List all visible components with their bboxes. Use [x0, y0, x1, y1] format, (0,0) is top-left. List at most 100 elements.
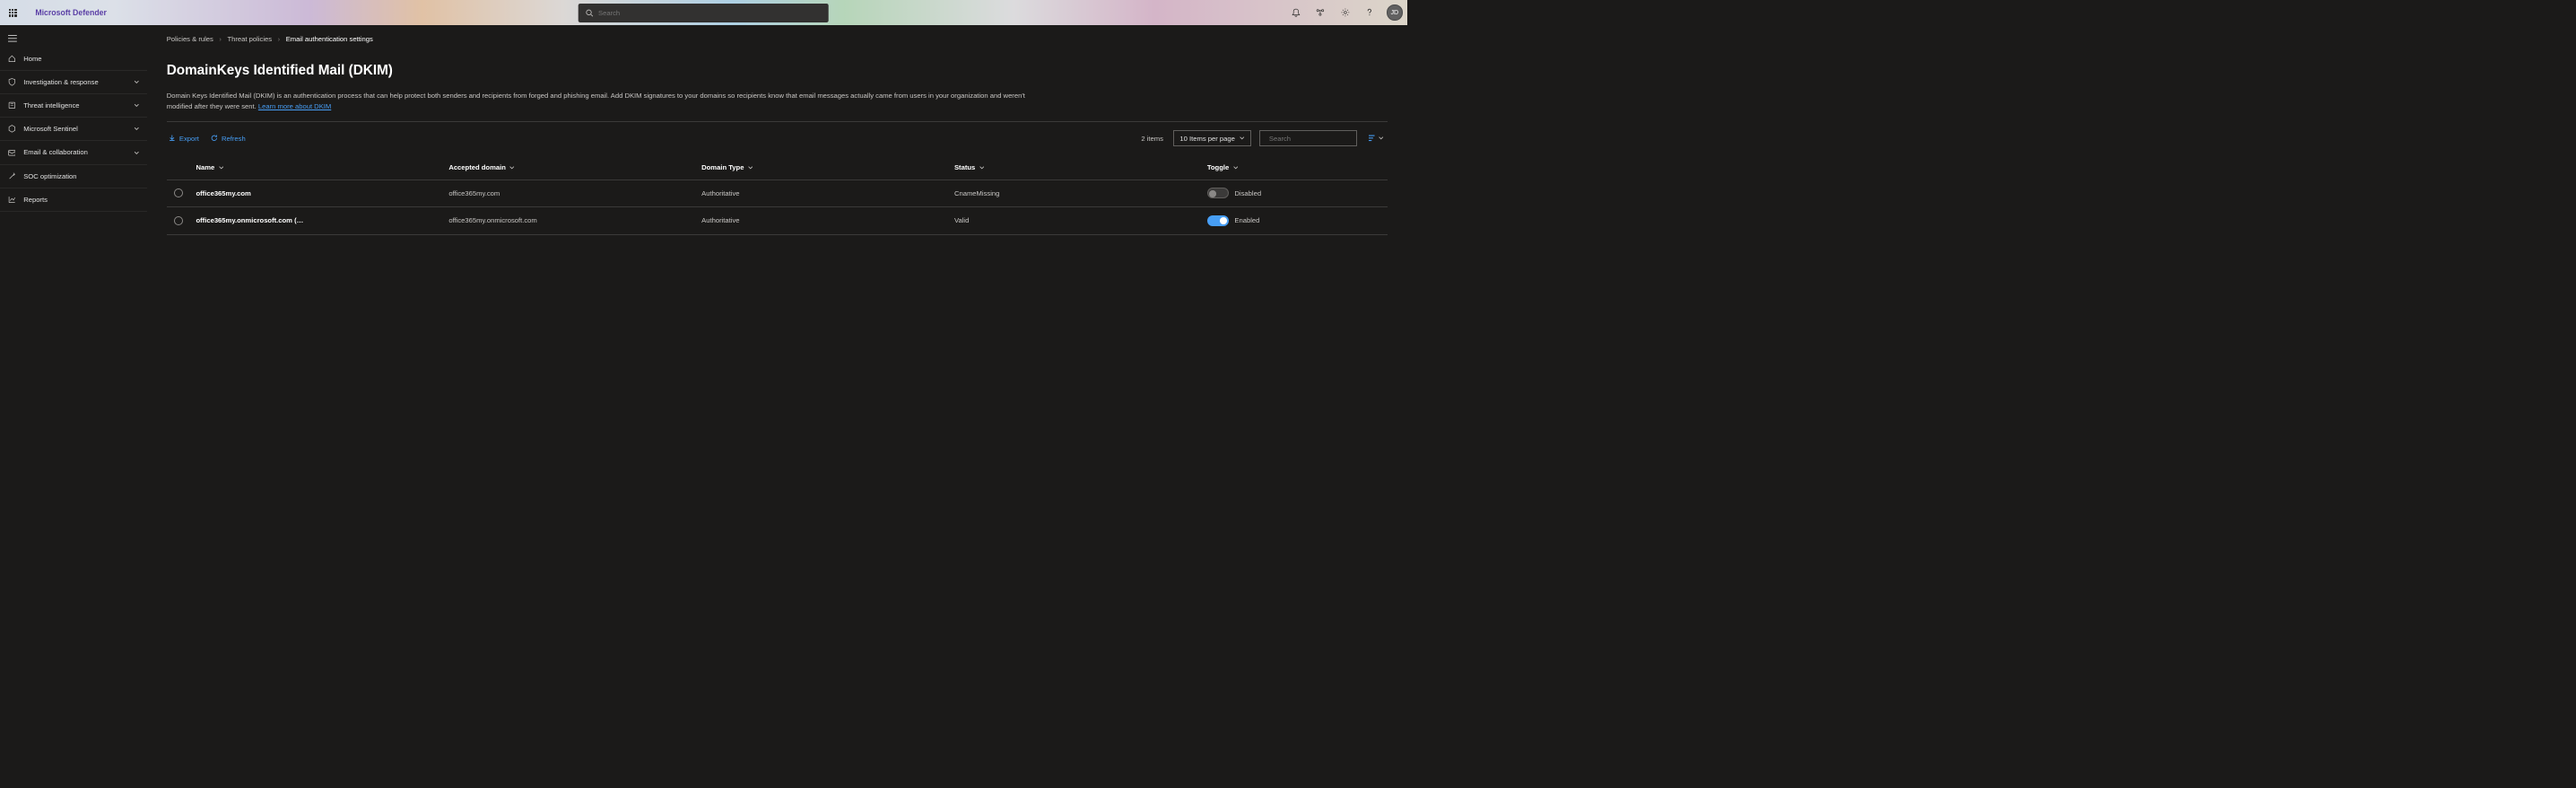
cell-status: Valid: [954, 216, 1207, 224]
divider: [167, 121, 1388, 122]
row-checkbox[interactable]: [174, 216, 183, 225]
cell-accepted: office365my.com: [448, 189, 701, 197]
chevron-down-icon: [1233, 165, 1238, 170]
chevron-right-icon: ›: [278, 35, 281, 43]
sidebar-toggle[interactable]: [0, 31, 147, 48]
chevron-down-icon: [1379, 136, 1383, 140]
column-header-accepted[interactable]: Accepted domain: [448, 163, 701, 171]
main-content: Policies & rules › Threat policies › Ema…: [147, 25, 1407, 430]
export-button[interactable]: Export: [167, 131, 201, 145]
table-header: Name Accepted domain Domain Type Status …: [167, 156, 1388, 179]
flow-icon: [1316, 8, 1325, 17]
sidebar-item-soc[interactable]: SOC optimization: [0, 165, 147, 188]
breadcrumb-link[interactable]: Threat policies: [227, 35, 272, 43]
page-size-label: 10 Items per page: [1179, 135, 1234, 143]
chevron-down-icon: [219, 165, 223, 170]
table-search-input[interactable]: [1269, 135, 1358, 143]
cell-name: office365my.com: [196, 189, 448, 197]
row-checkbox[interactable]: [174, 188, 183, 197]
bell-icon: [1292, 8, 1301, 17]
question-icon: [1365, 8, 1374, 17]
dkim-toggle[interactable]: [1207, 188, 1229, 198]
hexagon-icon: [8, 125, 23, 133]
column-header-type[interactable]: Domain Type: [701, 163, 954, 171]
items-count: 2 items: [1141, 135, 1163, 143]
chevron-down-icon: [134, 150, 140, 156]
hamburger-icon: [8, 35, 17, 42]
chart-icon: [8, 196, 23, 204]
breadcrumb-current: Email authentication settings: [286, 35, 373, 43]
app-launcher-button[interactable]: [0, 0, 25, 25]
global-header: Microsoft Defender JD: [0, 0, 1407, 25]
download-icon: [169, 135, 176, 142]
wand-icon: [8, 172, 23, 180]
page-description: Domain Keys Identified Mail (DKIM) is an…: [167, 91, 1049, 111]
chevron-down-icon: [134, 126, 140, 132]
cell-name: office365my.onmicrosoft.com (…: [196, 216, 448, 224]
table-row[interactable]: office365my.com office365my.com Authorit…: [167, 180, 1388, 208]
toggle-label: Enabled: [1234, 216, 1259, 224]
table-search[interactable]: [1259, 130, 1357, 147]
dkim-toggle[interactable]: [1207, 215, 1229, 226]
mail-icon: [8, 149, 23, 157]
sidebar-item-threatintel[interactable]: Threat intelligence: [0, 94, 147, 118]
sidebar: Home Investigation & response Threat int…: [0, 25, 147, 430]
cell-type: Authoritative: [701, 189, 954, 197]
list-icon: [1369, 135, 1377, 142]
sidebar-item-email[interactable]: Email & collaboration: [0, 141, 147, 164]
waffle-icon: [9, 9, 17, 17]
page-size-dropdown[interactable]: 10 Items per page: [1173, 130, 1251, 147]
sidebar-item-label: Investigation & response: [23, 78, 133, 86]
sidebar-item-label: Home: [23, 55, 139, 63]
chevron-down-icon: [748, 165, 753, 170]
toggle-label: Disabled: [1234, 189, 1261, 197]
brand-title[interactable]: Microsoft Defender: [25, 8, 116, 17]
refresh-label: Refresh: [222, 135, 246, 143]
sidebar-item-label: Microsoft Sentinel: [23, 125, 133, 133]
settings-button[interactable]: [1333, 0, 1357, 25]
breadcrumb-link[interactable]: Policies & rules: [167, 35, 213, 43]
notifications-button[interactable]: [1284, 0, 1308, 25]
cell-accepted: office365my.onmicrosoft.com: [448, 216, 701, 224]
refresh-icon: [211, 135, 218, 142]
export-label: Export: [179, 135, 199, 143]
dkim-table: Name Accepted domain Domain Type Status …: [167, 156, 1388, 234]
sidebar-item-label: SOC optimization: [23, 172, 139, 180]
gear-icon: [1341, 8, 1350, 17]
chevron-down-icon: [1240, 136, 1244, 140]
toolbar: Export Refresh 2 items 10 Items per page: [167, 130, 1388, 147]
sidebar-item-home[interactable]: Home: [0, 47, 147, 70]
sidebar-item-label: Email & collaboration: [23, 148, 133, 156]
home-icon: [8, 55, 23, 63]
sidebar-item-sentinel[interactable]: Microsoft Sentinel: [0, 118, 147, 141]
header-actions: JD: [1284, 0, 1407, 25]
column-header-name[interactable]: Name: [196, 163, 448, 171]
global-search-input[interactable]: [598, 9, 822, 17]
page-title: DomainKeys Identified Mail (DKIM): [167, 63, 1388, 79]
chevron-down-icon: [509, 165, 514, 170]
table-row[interactable]: office365my.onmicrosoft.com (… office365…: [167, 207, 1388, 235]
shield-icon: [8, 78, 23, 86]
chevron-right-icon: ›: [219, 35, 222, 43]
avatar[interactable]: JD: [1387, 4, 1402, 20]
refresh-button[interactable]: Refresh: [209, 131, 248, 145]
breadcrumb: Policies & rules › Threat policies › Ema…: [167, 35, 1388, 43]
global-search[interactable]: [579, 4, 829, 22]
sidebar-item-label: Threat intelligence: [23, 101, 133, 109]
flow-button[interactable]: [1309, 0, 1333, 25]
customize-columns-button[interactable]: [1365, 135, 1388, 142]
chevron-down-icon: [134, 79, 140, 85]
search-icon: [586, 9, 594, 17]
help-button[interactable]: [1357, 0, 1381, 25]
sidebar-item-investigation[interactable]: Investigation & response: [0, 71, 147, 94]
chevron-down-icon: [979, 165, 984, 170]
sidebar-item-reports[interactable]: Reports: [0, 188, 147, 212]
learn-more-link[interactable]: Learn more about DKIM: [258, 102, 331, 110]
column-header-toggle[interactable]: Toggle: [1207, 163, 1388, 171]
cell-status: CnameMissing: [954, 189, 1207, 197]
cell-type: Authoritative: [701, 216, 954, 224]
sidebar-item-label: Reports: [23, 196, 139, 204]
book-icon: [8, 101, 23, 109]
column-header-status[interactable]: Status: [954, 163, 1207, 171]
chevron-down-icon: [134, 102, 140, 109]
